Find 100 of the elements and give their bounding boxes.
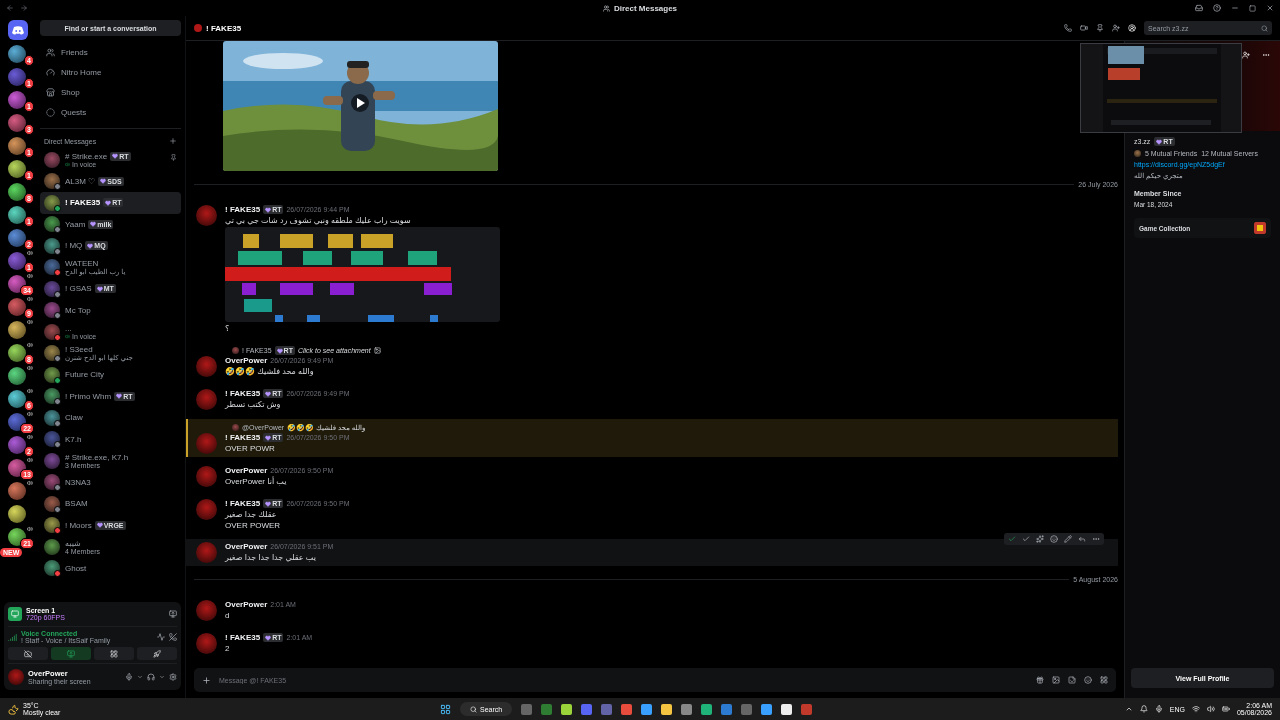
mic-icon[interactable] — [1154, 705, 1163, 713]
mic-button[interactable] — [125, 673, 133, 681]
server-icon[interactable] — [8, 183, 26, 201]
server-icon[interactable] — [8, 160, 26, 178]
close-icon[interactable] — [1266, 4, 1274, 12]
disconnect-button[interactable] — [169, 633, 177, 641]
conversation-item[interactable]: K7.h — [40, 428, 181, 450]
server-icon[interactable] — [8, 321, 26, 339]
message-author[interactable]: OverPower — [225, 356, 268, 365]
nav-item[interactable]: Friends — [40, 42, 181, 62]
notification-icon[interactable] — [1139, 705, 1148, 713]
emoji-icon[interactable] — [1050, 535, 1058, 543]
server-icon[interactable] — [8, 344, 26, 362]
add-icon[interactable] — [169, 137, 177, 145]
help-icon[interactable] — [1213, 4, 1221, 12]
app-icon[interactable] — [701, 703, 713, 715]
call-icon[interactable] — [1064, 24, 1072, 32]
gif-icon[interactable] — [1052, 676, 1060, 684]
server-icon[interactable] — [8, 390, 26, 408]
profile-icon[interactable] — [1128, 24, 1136, 32]
volume-icon[interactable] — [1206, 705, 1215, 713]
pin-icon[interactable] — [170, 154, 177, 161]
screen-share-button[interactable] — [51, 647, 91, 660]
app-icon[interactable] — [781, 703, 793, 715]
add-friend-icon[interactable] — [1112, 24, 1120, 32]
app-icon[interactable] — [761, 703, 773, 715]
user-avatar[interactable] — [196, 356, 217, 377]
start-icon[interactable] — [440, 703, 451, 715]
server-icon[interactable] — [8, 505, 26, 523]
nav-item[interactable]: Shop — [40, 82, 181, 102]
monitor-icon[interactable] — [67, 649, 75, 658]
add-friend-icon[interactable] — [1242, 51, 1250, 59]
settings-button[interactable] — [169, 673, 177, 681]
user-avatar[interactable] — [196, 633, 217, 654]
home-button[interactable] — [8, 20, 28, 40]
sticker-icon[interactable] — [1068, 676, 1076, 684]
app-icon[interactable] — [561, 703, 573, 715]
rocket-icon[interactable] — [153, 649, 161, 658]
speaker-icon — [27, 342, 33, 348]
user-avatar[interactable] — [196, 205, 217, 226]
message-author[interactable]: ! FAKE35 — [225, 389, 261, 398]
conversation-item[interactable]: Ghost — [40, 557, 181, 579]
server-icon[interactable] — [8, 45, 26, 63]
sparkle-icon[interactable] — [1036, 535, 1044, 543]
message-author[interactable]: OverPower — [225, 542, 268, 551]
camera-button[interactable] — [8, 647, 48, 660]
noise-button[interactable] — [157, 633, 165, 641]
soundboard-button[interactable] — [137, 647, 177, 660]
nav-item[interactable]: Quests — [40, 102, 181, 122]
gift-icon[interactable] — [1036, 676, 1044, 684]
battery-icon[interactable] — [1221, 705, 1230, 713]
reply-icon[interactable] — [1078, 535, 1086, 543]
more-icon[interactable] — [1262, 51, 1270, 59]
user-avatar[interactable] — [196, 499, 217, 520]
maximize-icon[interactable] — [1249, 4, 1256, 12]
user-avatar[interactable] — [196, 389, 217, 410]
message-author[interactable]: OverPower — [225, 466, 268, 475]
conversation-item[interactable]: Mc Top — [40, 299, 181, 321]
server-icon[interactable] — [8, 298, 26, 316]
message-author[interactable]: OverPower — [225, 600, 268, 609]
message-author[interactable]: ! FAKE35 — [225, 205, 261, 214]
app-icon[interactable] — [641, 703, 653, 715]
more-icon[interactable] — [1092, 535, 1100, 543]
server-icon[interactable] — [8, 482, 26, 500]
user-avatar[interactable] — [196, 466, 217, 487]
app-icon[interactable] — [661, 703, 673, 715]
search-icon[interactable] — [470, 705, 477, 713]
server-icon[interactable] — [8, 91, 26, 109]
server-icon[interactable] — [8, 114, 26, 132]
conversation-item[interactable]: N3NA3 — [40, 471, 181, 493]
server-icon[interactable] — [8, 367, 26, 385]
headphones-button[interactable] — [147, 673, 155, 681]
tray-icon[interactable] — [1124, 705, 1133, 713]
server-icon[interactable] — [8, 137, 26, 155]
grid-icon[interactable] — [110, 649, 118, 658]
popout-button[interactable] — [169, 610, 177, 618]
pin-icon[interactable] — [1096, 24, 1104, 32]
user-avatar[interactable] — [196, 600, 217, 621]
inbox-icon[interactable] — [1195, 4, 1203, 12]
user-avatar[interactable] — [8, 669, 24, 685]
video-icon[interactable] — [1080, 24, 1088, 32]
message-author[interactable]: ! FAKE35 — [225, 633, 261, 642]
nav-item[interactable]: Nitro Home — [40, 62, 181, 82]
camera-off-icon[interactable] — [24, 649, 32, 658]
activities-button[interactable] — [94, 647, 134, 660]
user-avatar — [44, 517, 60, 534]
emoji-icon[interactable] — [1084, 676, 1092, 684]
message-author[interactable]: ! FAKE35 — [225, 499, 261, 508]
apps-icon[interactable] — [1100, 676, 1108, 684]
message-author[interactable]: ! FAKE35 — [225, 433, 261, 442]
wifi-icon[interactable] — [1191, 705, 1200, 713]
conversation-item[interactable]: Future City — [40, 364, 181, 386]
server-icon[interactable] — [8, 206, 26, 224]
edit-icon[interactable] — [1064, 535, 1072, 543]
conversation-item[interactable]: Claw — [40, 407, 181, 429]
user-avatar — [44, 388, 60, 405]
server-icon[interactable] — [8, 229, 26, 247]
conversation-item[interactable]: BSAM — [40, 493, 181, 515]
add-icon[interactable] — [202, 675, 211, 685]
weather-icon[interactable] — [8, 703, 19, 715]
